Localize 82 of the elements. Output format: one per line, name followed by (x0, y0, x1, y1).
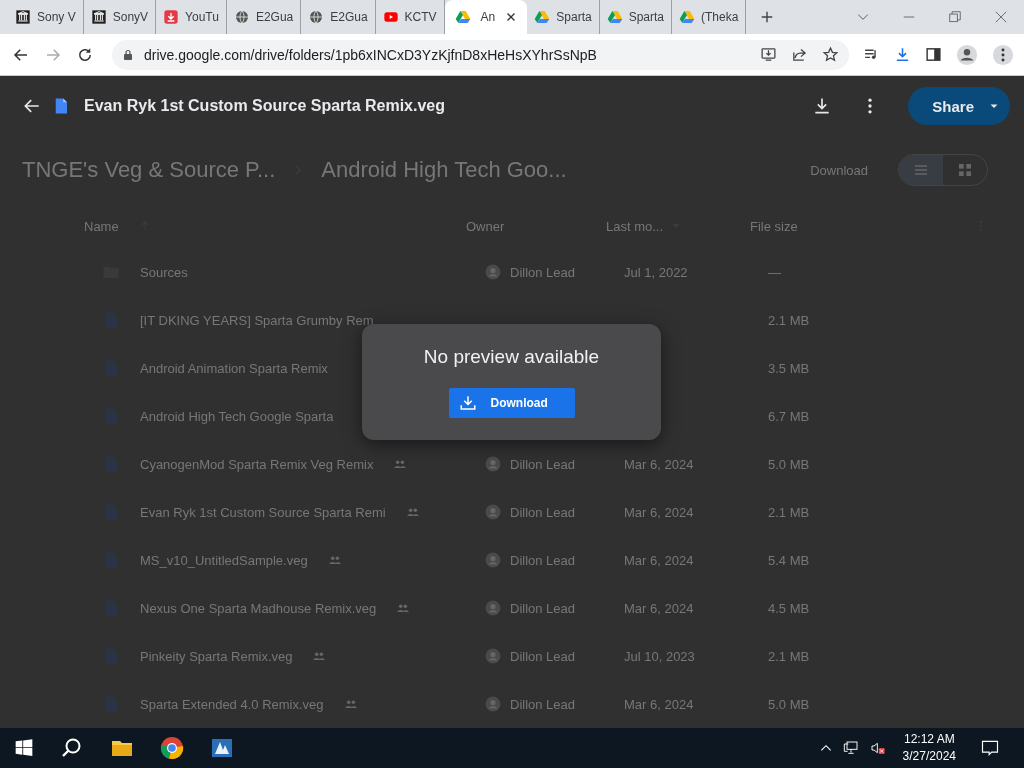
network-icon[interactable] (842, 740, 859, 756)
avatar-icon (484, 551, 502, 569)
file-size: 6.7 MB (768, 408, 810, 424)
clock[interactable]: 12:12 AM 3/27/2024 (902, 731, 956, 765)
avatar-icon (484, 599, 502, 617)
play-icon (382, 9, 399, 25)
modified-date: Mar 6, 2024 (624, 696, 694, 712)
modified-date: Jul 10, 2023 (624, 648, 695, 664)
modified-date: Mar 6, 2024 (624, 552, 694, 568)
triangle-logo-icon (679, 9, 695, 25)
profile-icon[interactable] (956, 43, 978, 66)
owner-name: Dillon Lead (510, 600, 576, 616)
download-icon (163, 9, 180, 25)
modified-date: Mar 6, 2024 (624, 456, 694, 472)
owner-name: Dillon Lead (510, 552, 576, 568)
file-name[interactable]: Evan Ryk 1st Custom Source Sparta Remi (140, 504, 386, 520)
notification-icon[interactable] (980, 738, 1000, 758)
muted-speaker-icon[interactable] (868, 740, 887, 756)
column-header[interactable]: Last mo... (606, 218, 664, 234)
owner-name: Dillon Lead (510, 648, 576, 664)
file-size: 3.5 MB (768, 360, 810, 376)
avatar-icon (484, 503, 502, 521)
modified-date: Jul 1, 2022 (624, 264, 688, 280)
lock-icon (122, 48, 134, 61)
star-icon[interactable] (822, 46, 839, 63)
file-name[interactable]: MS_v10_UntitledSample.veg (140, 552, 308, 568)
globe-icon (308, 9, 325, 25)
avatar-icon (484, 455, 502, 473)
install-icon[interactable] (760, 46, 777, 63)
toolbar-label[interactable]: Download (810, 162, 868, 178)
dialog-message: No preview available (423, 346, 600, 368)
file-size: 5.4 MB (768, 552, 810, 568)
more-icon[interactable] (992, 43, 1014, 66)
modified-date: Mar 6, 2024 (624, 600, 694, 616)
video-editor-icon[interactable] (210, 736, 234, 760)
file-name[interactable]: CyanogenMod Sparta Remix Veg Remix (140, 456, 374, 472)
file-size: 5.0 MB (768, 696, 810, 712)
avatar-icon (484, 695, 502, 713)
file-name: Evan Ryk 1st Custom Source Sparta Remix.veg (84, 97, 446, 115)
file-size: 2.1 MB (768, 648, 810, 664)
file-size: — (768, 264, 781, 280)
column-header[interactable]: Owner (466, 218, 505, 234)
file-size: 4.5 MB (768, 600, 810, 616)
address-bar[interactable]: drive.google.com/drive/folders/1pb6xINCxD3YzKjfnD8xHeHsXYhrSsNpB (112, 39, 849, 70)
share-button[interactable]: Share (908, 87, 1010, 125)
file-name[interactable]: Sources (140, 264, 188, 280)
owner-name: Dillon Lead (510, 264, 576, 280)
browser-tab[interactable]: An (444, 0, 528, 34)
triangle-logo-icon (606, 9, 623, 25)
file-name[interactable]: [IT DKING YEARS] Sparta Grumby Rem (140, 312, 374, 328)
modified-date: Mar 6, 2024 (624, 504, 694, 520)
restore-icon[interactable] (948, 10, 962, 24)
triangle-logo-icon (534, 9, 551, 25)
file-name[interactable]: Android High Tech Google Sparta (140, 408, 334, 424)
file-name[interactable]: Android Animation Sparta Remix (140, 360, 328, 376)
download-icon (458, 394, 477, 412)
globe-icon (233, 9, 250, 25)
chrome-icon[interactable] (160, 736, 184, 760)
file-size: 2.1 MB (768, 312, 810, 328)
avatar-icon (484, 263, 502, 281)
breadcrumb[interactable]: TNGE's Veg & Source P... (22, 157, 276, 183)
file-name[interactable]: Pinkeity Sparta Remix.veg (140, 648, 293, 664)
owner-name: Dillon Lead (510, 456, 576, 472)
download-button[interactable]: Download (448, 388, 575, 418)
owner-name: Dillon Lead (510, 504, 576, 520)
owner-name: Dillon Lead (510, 696, 576, 712)
side-panel-icon[interactable] (925, 46, 942, 63)
file-size: 2.1 MB (768, 504, 810, 520)
file-size: 5.0 MB (768, 456, 810, 472)
file-name[interactable]: Sparta Extended 4.0 Remix.veg (140, 696, 324, 712)
column-header[interactable]: File size (750, 218, 798, 234)
file-name[interactable]: Nexus One Sparta Madhouse Remix.veg (140, 600, 377, 616)
share-icon[interactable] (791, 46, 808, 63)
new-tab-icon[interactable] (760, 10, 775, 24)
windows-start-icon[interactable] (14, 738, 34, 758)
avatar-icon (484, 647, 502, 665)
museum-icon (15, 9, 31, 25)
breadcrumb[interactable]: Android High Tech Goo... (321, 157, 567, 183)
museum-icon (90, 9, 107, 25)
triangle-logo-icon (454, 9, 471, 25)
column-header[interactable]: Name (84, 218, 119, 234)
close-icon[interactable] (505, 11, 518, 23)
